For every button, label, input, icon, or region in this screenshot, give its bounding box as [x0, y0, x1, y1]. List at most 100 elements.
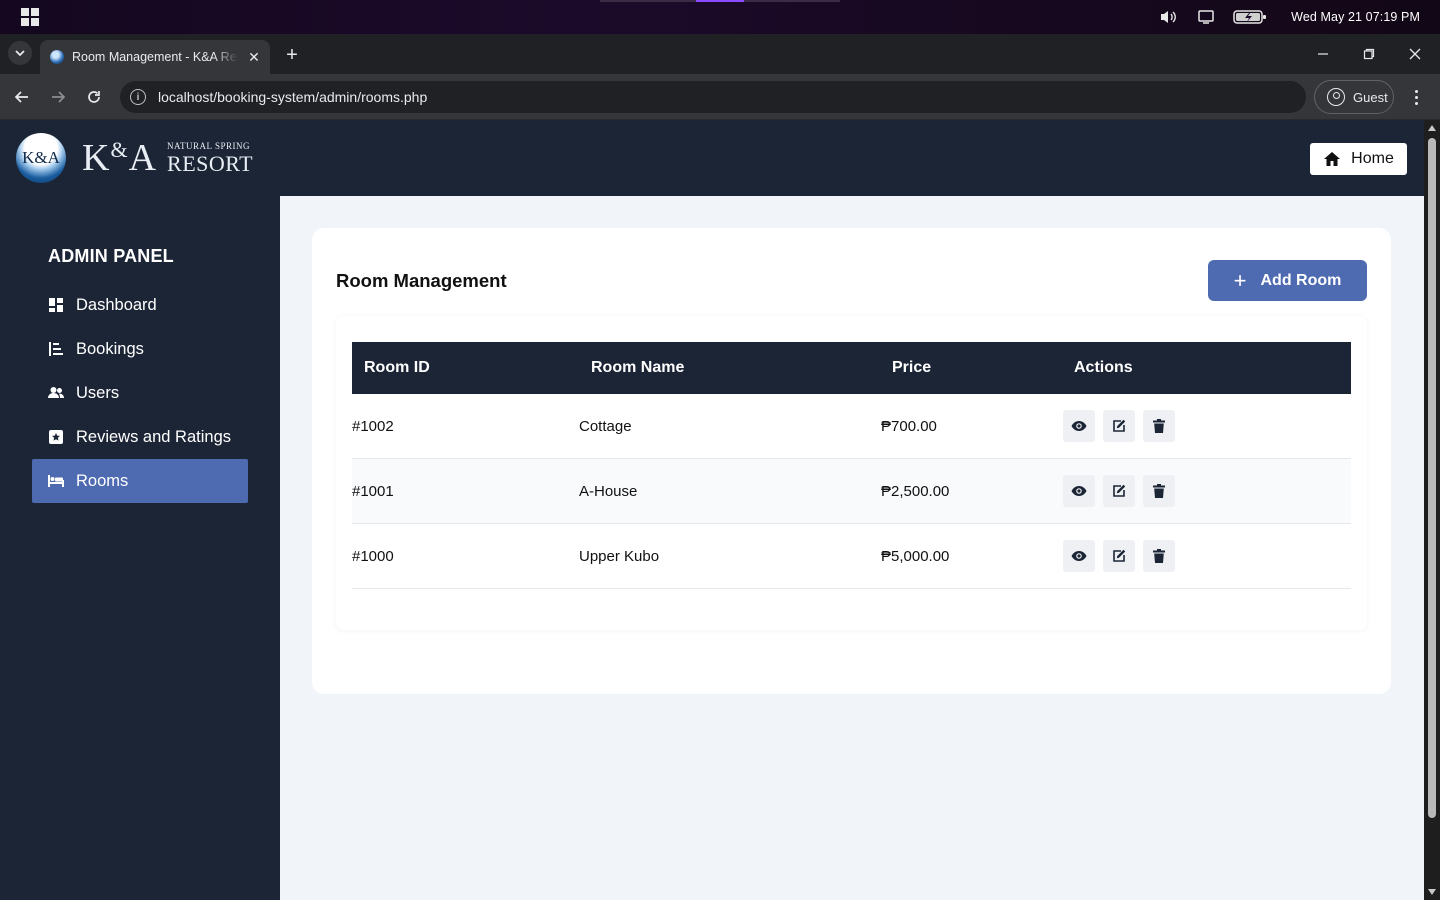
home-button-label: Home [1351, 150, 1394, 167]
reload-button[interactable] [82, 85, 106, 109]
clock[interactable]: Wed May 21 07:19 PM [1291, 10, 1420, 24]
page-title: Room Management [336, 270, 507, 291]
room-id-cell: #1000 [352, 547, 394, 565]
display-icon[interactable] [1197, 9, 1215, 25]
room-name-cell: A-House [579, 482, 638, 500]
edit-button[interactable] [1103, 475, 1135, 507]
logo-resort: RESORT [167, 150, 254, 176]
sidebar-item-dashboard[interactable]: Dashboard [32, 283, 248, 327]
logo-wordmark: K&A [82, 137, 157, 179]
close-icon [1409, 48, 1421, 60]
tab-title: Room Management - K&A Resort [72, 50, 238, 64]
logo-tagline: NATURAL SPRING [167, 140, 250, 151]
eye-icon [1071, 551, 1087, 561]
logo-subtitle: NATURAL SPRING RESORT [167, 140, 254, 176]
sidebar-item-label: Reviews and Ratings [76, 427, 231, 446]
view-button[interactable] [1063, 540, 1095, 572]
sidebar-item-label: Bookings [76, 339, 144, 358]
favicon-icon [50, 50, 64, 64]
new-tab-button[interactable]: + [280, 43, 304, 67]
home-button[interactable]: Home [1310, 143, 1407, 175]
sidebar-item-rooms[interactable]: Rooms [32, 459, 248, 503]
logo-badge: K&A [16, 133, 66, 183]
restore-button[interactable] [1346, 34, 1392, 74]
site-header: K&A K&A NATURAL SPRING RESORT Home [0, 120, 1424, 196]
browser-menu-button[interactable] [1406, 85, 1426, 109]
sidebar-item-users[interactable]: Users [32, 371, 248, 415]
admin-sidebar: ADMIN PANEL Dashboard Bookings Users Rev… [0, 196, 280, 900]
eye-icon [1071, 486, 1087, 496]
page-viewport: K&A K&A NATURAL SPRING RESORT Home ADMIN… [0, 120, 1424, 900]
reload-icon [88, 91, 100, 103]
resort-logo[interactable]: K&A K&A NATURAL SPRING RESORT [16, 132, 253, 184]
edit-button[interactable] [1103, 540, 1135, 572]
room-id-cell: #1001 [352, 482, 394, 500]
sidebar-title: ADMIN PANEL [48, 246, 174, 266]
browser-toolbar: i localhost/booking-system/admin/rooms.p… [0, 74, 1440, 120]
browser-tab[interactable]: Room Management - K&A Resort ✕ [40, 40, 270, 74]
scroll-up-icon[interactable] [1428, 125, 1436, 131]
chevron-down-icon [15, 50, 25, 57]
sidebar-item-bookings[interactable]: Bookings [32, 327, 248, 371]
edit-icon [1113, 419, 1126, 432]
minimize-button[interactable] [1300, 34, 1346, 74]
view-button[interactable] [1063, 410, 1095, 442]
trash-icon [1153, 549, 1165, 563]
add-room-label: Add Room [1260, 271, 1342, 289]
minimize-icon [1318, 53, 1328, 55]
tab-search-button[interactable] [8, 41, 32, 65]
restore-icon [1363, 48, 1375, 60]
logo-letter-k: K [82, 137, 111, 179]
price-cell: ₱700.00 [881, 417, 937, 435]
profile-icon [1327, 88, 1345, 106]
sidebar-item-label: Users [76, 383, 120, 402]
room-management-card: Room Management + Add Room Room ID Room … [312, 228, 1391, 694]
browser-tabstrip: Room Management - K&A Resort ✕ + [0, 34, 1440, 74]
site-info-icon[interactable]: i [130, 89, 146, 105]
profile-button[interactable]: Guest [1314, 80, 1394, 114]
delete-button[interactable] [1143, 410, 1175, 442]
scroll-down-icon[interactable] [1428, 889, 1436, 895]
header-room-name: Room Name [591, 359, 685, 376]
logo-ampersand: & [110, 137, 129, 162]
delete-button[interactable] [1143, 540, 1175, 572]
scrollbar-thumb[interactable] [1428, 138, 1436, 818]
edit-icon [1113, 484, 1126, 497]
os-taskbar: Wed May 21 07:19 PM [0, 0, 1440, 34]
view-button[interactable] [1063, 475, 1095, 507]
page-scrollbar[interactable] [1424, 120, 1440, 900]
delete-button[interactable] [1143, 475, 1175, 507]
address-bar[interactable]: i localhost/booking-system/admin/rooms.p… [120, 81, 1306, 113]
table-header: Room ID Room Name Price Actions [352, 342, 1351, 394]
add-room-button[interactable]: + Add Room [1208, 260, 1367, 301]
close-window-button[interactable] [1392, 34, 1438, 74]
back-button[interactable] [10, 85, 34, 109]
room-id-cell: #1002 [352, 417, 394, 435]
plus-icon: + [1233, 267, 1247, 293]
tab-close-icon[interactable]: ✕ [244, 47, 264, 67]
table-row: #1001 A-House ₱2,500.00 [352, 459, 1351, 524]
room-name-cell: Upper Kubo [579, 547, 660, 565]
star-icon [48, 429, 64, 445]
forward-button[interactable] [46, 85, 70, 109]
price-cell: ₱2,500.00 [881, 482, 950, 500]
trash-icon [1153, 484, 1165, 498]
bed-icon [48, 473, 64, 489]
eye-icon [1071, 421, 1087, 431]
volume-icon[interactable] [1159, 9, 1179, 25]
profile-label: Guest [1353, 89, 1388, 105]
actions-cell [1063, 540, 1351, 572]
room-name-cell: Cottage [579, 417, 632, 435]
system-tray: Wed May 21 07:19 PM [1159, 0, 1420, 34]
url-text[interactable]: localhost/booking-system/admin/rooms.php [158, 89, 427, 105]
edit-button[interactable] [1103, 410, 1135, 442]
sidebar-item-reviews[interactable]: Reviews and Ratings [32, 415, 248, 459]
arrow-right-icon [52, 91, 66, 103]
home-icon [1324, 152, 1341, 166]
header-actions: Actions [1074, 359, 1133, 376]
battery-icon[interactable] [1233, 9, 1267, 25]
header-room-id: Room ID [364, 359, 430, 376]
windows-start-icon[interactable] [21, 8, 39, 26]
trash-icon [1153, 419, 1165, 433]
edit-icon [1113, 549, 1126, 562]
